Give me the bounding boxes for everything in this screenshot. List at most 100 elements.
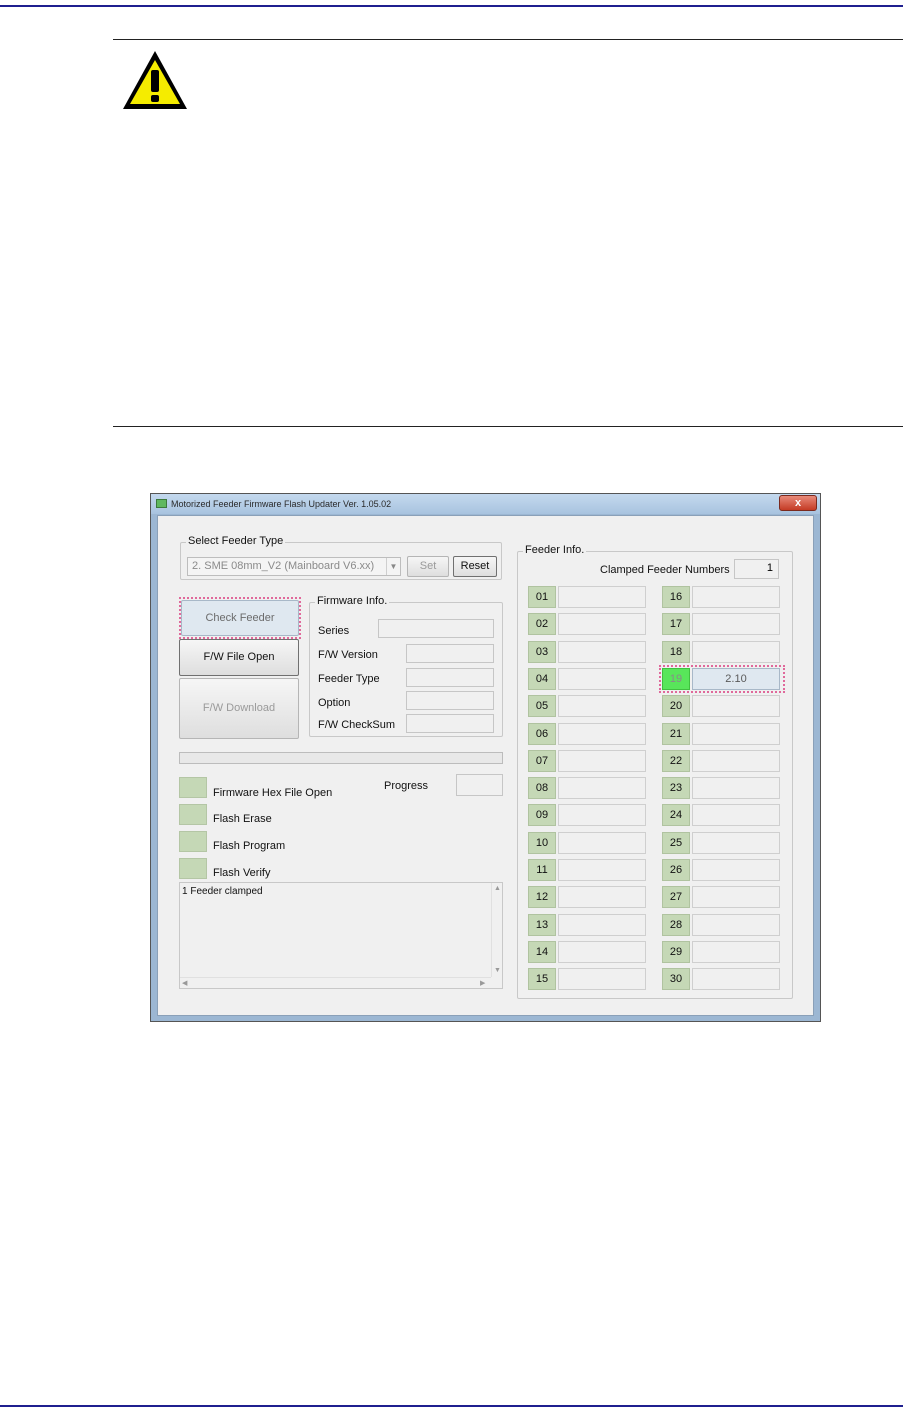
feeder-slot-01-version <box>558 586 646 608</box>
feeder-slot-30-version <box>692 968 780 991</box>
step-label-flash-erase: Flash Erase <box>213 813 272 825</box>
feeder-slot-25-version <box>692 831 780 854</box>
feeder-slot-30-number: 30 <box>662 968 690 991</box>
feeder-slot-16-number: 16 <box>662 586 690 608</box>
step-indicator-flash-program <box>179 831 207 852</box>
feeder-slot-29-version <box>692 940 780 963</box>
feeder-slot-23-number: 23 <box>662 777 690 800</box>
feeder-type-label: Feeder Type <box>318 673 380 685</box>
feeder-slot-15-version <box>558 968 646 991</box>
feeder-slot-05-version <box>558 695 646 718</box>
fw-checksum-field <box>406 714 494 733</box>
feeder-slot-13-number: 13 <box>528 913 556 936</box>
clamped-feeder-numbers-label: Clamped Feeder Numbers <box>600 564 730 576</box>
step-label-flash-verify: Flash Verify <box>213 867 271 879</box>
log-vertical-scrollbar[interactable]: ▲ ▼ <box>491 883 502 977</box>
feeder-slot-20-number: 20 <box>662 695 690 718</box>
step-indicator-hex-open <box>179 777 207 798</box>
feeder-slot-24-number: 24 <box>662 804 690 827</box>
option-field <box>406 691 494 710</box>
log-text: 1 Feeder clamped <box>182 886 263 897</box>
feeder-slot-09-number: 09 <box>528 804 556 827</box>
feeder-slot-17-number: 17 <box>662 613 690 636</box>
feeder-slot-18-number: 18 <box>662 640 690 663</box>
feeder-slot-07-number: 07 <box>528 749 556 772</box>
app-icon <box>156 499 167 508</box>
feeder-slot-15-number: 15 <box>528 968 556 991</box>
check-feeder-highlight <box>179 597 301 639</box>
firmware-info-label: Firmware Info. <box>315 595 390 607</box>
feeder-info-group: Feeder Info. Clamped Feeder Numbers 1 01… <box>517 544 793 999</box>
feeder-slot-22-version <box>692 749 780 772</box>
feeder-slot-18-version <box>692 640 780 663</box>
feeder-slot-03-version <box>558 640 646 663</box>
caution-top-rule <box>113 39 903 40</box>
log-textbox[interactable]: 1 Feeder clamped ▲ ▼ ◀ ▶ <box>179 882 503 989</box>
progress-label: Progress <box>384 780 429 792</box>
set-button[interactable]: Set <box>407 556 449 577</box>
step-label-flash-program: Flash Program <box>213 840 286 852</box>
feeder-slot-04-number: 04 <box>528 667 556 690</box>
feeder-type-selected: 2. SME 08mm_V2 (Mainboard V6.xx) <box>192 560 375 572</box>
feeder-slot-24-version <box>692 804 780 827</box>
feeder-slot-21-version <box>692 722 780 745</box>
firmware-info-group: Firmware Info. Series F/W Version Feeder… <box>309 595 503 737</box>
bottom-page-rule <box>0 1405 903 1407</box>
reset-button[interactable]: Reset <box>453 556 497 577</box>
fw-download-button[interactable]: F/W Download <box>179 678 299 739</box>
fw-file-open-button[interactable]: F/W File Open <box>179 639 299 676</box>
fw-checksum-label: F/W CheckSum <box>318 719 396 731</box>
scroll-left-icon[interactable]: ◀ <box>182 979 187 987</box>
feeder-slot-05-number: 05 <box>528 695 556 718</box>
select-feeder-type-label: Select Feeder Type <box>186 535 286 547</box>
feeder-info-label: Feeder Info. <box>523 544 587 556</box>
feeder-slot-08-number: 08 <box>528 777 556 800</box>
window-client-area: Select Feeder Type 2. SME 08mm_V2 (Mainb… <box>157 515 814 1016</box>
feeder-slot-28-version <box>692 913 780 936</box>
feeder-slot-07-version <box>558 749 646 772</box>
feeder-slot-26-version <box>692 859 780 881</box>
fw-version-field <box>406 644 494 663</box>
feeder-slot-17-version <box>692 613 780 636</box>
feeder-slot-25-number: 25 <box>662 831 690 854</box>
log-horizontal-scrollbar[interactable]: ◀ ▶ <box>180 977 491 988</box>
step-label-hex-open: Firmware Hex File Open <box>213 787 333 799</box>
feeder-slot-19-highlight <box>659 664 785 693</box>
series-label: Series <box>318 625 350 637</box>
feeder-slot-29-number: 29 <box>662 940 690 963</box>
feeder-slot-27-number: 27 <box>662 886 690 909</box>
feeder-slot-14-number: 14 <box>528 940 556 963</box>
updater-window: Motorized Feeder Firmware Flash Updater … <box>150 493 821 1022</box>
title-bar: Motorized Feeder Firmware Flash Updater … <box>151 494 820 514</box>
feeder-type-select[interactable]: 2. SME 08mm_V2 (Mainboard V6.xx) ▼ <box>187 557 401 576</box>
feeder-type-field <box>406 668 494 687</box>
scroll-right-icon[interactable]: ▶ <box>480 979 485 987</box>
series-field <box>378 619 494 638</box>
scroll-up-icon[interactable]: ▲ <box>494 885 501 892</box>
caution-bottom-rule <box>113 426 903 427</box>
feeder-slot-12-number: 12 <box>528 886 556 909</box>
close-button[interactable]: x <box>779 495 817 511</box>
scroll-down-icon[interactable]: ▼ <box>494 967 501 974</box>
feeder-slot-22-number: 22 <box>662 749 690 772</box>
feeder-slot-02-version <box>558 613 646 636</box>
progress-value <box>456 774 503 796</box>
feeder-slot-11-number: 11 <box>528 859 556 881</box>
chevron-down-icon[interactable]: ▼ <box>386 558 400 575</box>
warning-triangle-icon <box>123 51 187 109</box>
feeder-slot-13-version <box>558 913 646 936</box>
feeder-slot-06-version <box>558 722 646 745</box>
step-indicator-flash-verify <box>179 858 207 879</box>
feeder-slot-08-version <box>558 777 646 800</box>
feeder-slot-26-number: 26 <box>662 859 690 881</box>
step-indicator-flash-erase <box>179 804 207 825</box>
feeder-slot-14-version <box>558 940 646 963</box>
feeder-slot-09-version <box>558 804 646 827</box>
feeder-slot-21-number: 21 <box>662 722 690 745</box>
feeder-slot-20-version <box>692 695 780 718</box>
option-label: Option <box>318 697 351 709</box>
feeder-slot-01-number: 01 <box>528 586 556 608</box>
clamped-feeder-numbers-value: 1 <box>734 559 779 579</box>
progress-bar <box>179 752 503 764</box>
top-page-rule <box>0 5 903 7</box>
